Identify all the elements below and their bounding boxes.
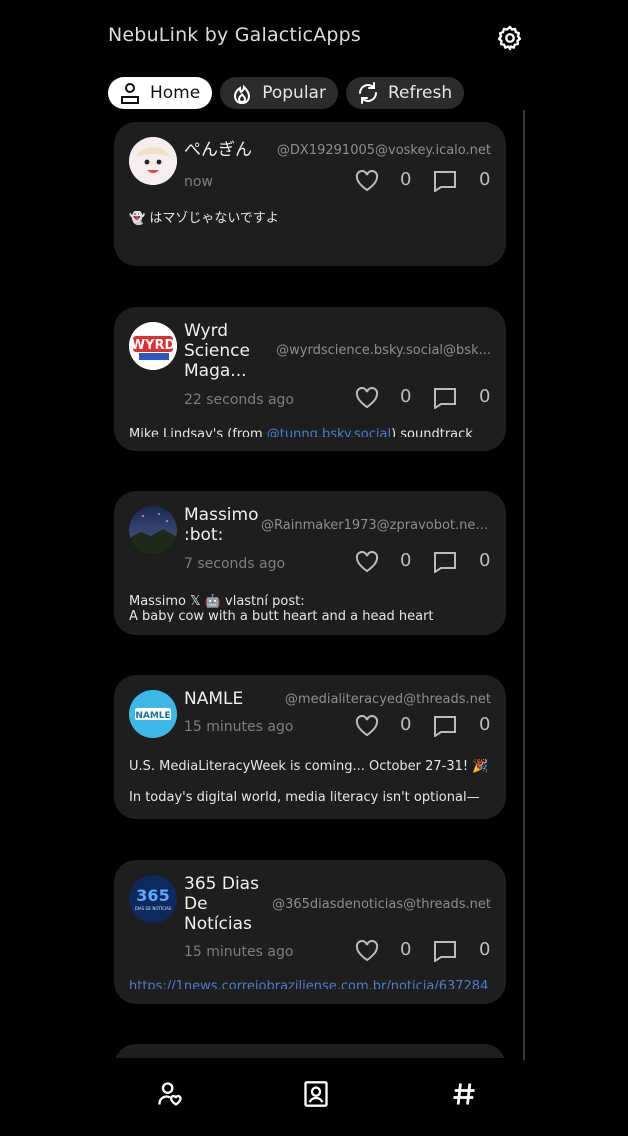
author-name[interactable]: 365 Dias De Notícias — [184, 874, 270, 934]
like-count: 0 — [400, 550, 412, 571]
heart-icon — [355, 551, 379, 573]
user-heart-icon — [158, 1082, 182, 1106]
feed-tabs: Home Popular Refresh — [108, 77, 465, 109]
author-name[interactable]: NAMLE — [184, 689, 270, 709]
post-body: https://1news.correiobraziliense.com.br/… — [129, 979, 491, 989]
tab-popular[interactable]: Popular — [220, 77, 338, 109]
refresh-icon — [356, 81, 380, 105]
like-button[interactable] — [354, 713, 380, 739]
post-card[interactable]: 365 DIAS DE NOTÍCIAS 365 Dias De Notícias… — [114, 860, 506, 1004]
settings-button[interactable] — [494, 22, 526, 54]
post-body: Mike Lindsay's (from @tunng.bsky.social)… — [129, 427, 491, 437]
heart-icon — [355, 387, 379, 409]
post-time: 7 seconds ago — [184, 556, 286, 572]
post-card[interactable]: NAMLE NAMLE @medialiteracyed@threads.net… — [114, 675, 506, 819]
reply-count: 0 — [479, 939, 491, 960]
like-button[interactable] — [354, 938, 380, 964]
like-button[interactable] — [354, 168, 380, 194]
fire-icon — [230, 81, 254, 105]
heart-icon — [355, 940, 379, 962]
like-count: 0 — [400, 386, 412, 407]
nav-tags-button[interactable] — [446, 1076, 482, 1112]
like-button[interactable] — [354, 549, 380, 575]
reply-count: 0 — [479, 714, 491, 735]
avatar[interactable]: 365 DIAS DE NOTÍCIAS — [129, 875, 177, 923]
reply-button[interactable] — [432, 938, 458, 964]
tab-popular-label: Popular — [262, 83, 326, 103]
post-text: Massimo 𝕏 🤖 vlastní post: — [129, 594, 305, 609]
avatar[interactable] — [129, 506, 177, 554]
post-card[interactable]: WYRD Wyrd Science Maga... @wyrdscience.b… — [114, 307, 506, 451]
reply-count: 0 — [479, 386, 491, 407]
tab-refresh-label: Refresh — [387, 83, 453, 103]
author-handle[interactable]: @Rainmaker1973@zpravobot.news — [261, 518, 491, 533]
person-icon — [118, 81, 142, 105]
author-handle[interactable]: @DX19291005@voskey.icalo.net — [271, 143, 491, 158]
author-handle[interactable]: @365diasdenoticias@threads.net — [271, 897, 491, 912]
reply-count: 0 — [479, 550, 491, 571]
post-card[interactable] — [114, 1044, 506, 1058]
comment-icon — [434, 941, 456, 962]
post-text: ) soundtrack — [391, 427, 473, 437]
reply-button[interactable] — [432, 168, 458, 194]
post-time: now — [184, 174, 213, 190]
post-card[interactable]: ぺんぎん @DX19291005@voskey.icalo.net now 0 … — [114, 122, 506, 266]
avatar-subtext: DIAS DE NOTÍCIAS — [135, 906, 172, 911]
mention-link[interactable]: @tunng.bsky.social — [267, 427, 391, 437]
heart-icon — [355, 715, 379, 737]
bottom-nav — [0, 1060, 628, 1136]
post-body: U.S. MediaLiteracyWeek is coming... Octo… — [129, 759, 491, 807]
gear-icon — [497, 25, 522, 51]
avatar[interactable]: WYRD — [129, 322, 177, 370]
post-time: 15 minutes ago — [184, 944, 294, 960]
post-time: 15 minutes ago — [184, 719, 294, 735]
heart-icon — [355, 170, 379, 192]
post-text: U.S. MediaLiteracyWeek is coming... Octo… — [129, 759, 489, 774]
tab-home-label: Home — [150, 83, 201, 103]
post-text: A baby cow with a butt heart and a head … — [129, 609, 434, 622]
post-text: 👻 はマゾじゃないですよ — [129, 211, 279, 226]
nav-profile-button[interactable] — [298, 1076, 334, 1112]
post-feed: ぺんぎん @DX19291005@voskey.icalo.net now 0 … — [114, 122, 506, 1058]
profile-card-icon — [304, 1081, 328, 1107]
avatar-text: WYRD — [131, 338, 176, 353]
post-time: 22 seconds ago — [184, 392, 294, 408]
post-text: In today's digital world, media literacy… — [129, 790, 480, 805]
like-count: 0 — [400, 169, 412, 190]
post-link[interactable]: https://1news.correiobraziliense.com.br/… — [129, 979, 491, 989]
post-body: Massimo 𝕏 🤖 vlastní post: A baby cow wit… — [129, 594, 491, 622]
reply-button[interactable] — [432, 385, 458, 411]
tab-refresh[interactable]: Refresh — [345, 77, 465, 109]
nav-follows-button[interactable] — [152, 1076, 188, 1112]
avatar[interactable]: NAMLE — [129, 690, 177, 738]
like-button[interactable] — [354, 385, 380, 411]
comment-icon — [434, 171, 456, 192]
reply-count: 0 — [479, 169, 491, 190]
post-text: Mike Lindsay's (from — [129, 427, 267, 437]
avatar-text: 365 — [136, 886, 169, 905]
avatar[interactable] — [129, 137, 177, 185]
scrollbar[interactable] — [523, 110, 525, 1060]
reply-button[interactable] — [432, 549, 458, 575]
post-card[interactable]: Massimo :bot: @Rainmaker1973@zpravobot.n… — [114, 491, 506, 635]
comment-icon — [434, 388, 456, 409]
comment-icon — [434, 716, 456, 737]
tab-home[interactable]: Home — [108, 77, 213, 109]
author-name[interactable]: Massimo :bot: — [184, 505, 270, 545]
author-name[interactable]: ぺんぎん — [184, 140, 270, 160]
like-count: 0 — [400, 939, 412, 960]
like-count: 0 — [400, 714, 412, 735]
post-body: 👻 はマゾじゃないですよ — [129, 211, 491, 226]
app-title: NebuLink by GalacticApps — [108, 24, 362, 46]
author-handle[interactable]: @medialiteracyed@threads.net — [271, 692, 491, 707]
avatar-text: NAMLE — [135, 711, 170, 721]
author-name[interactable]: Wyrd Science Maga... — [184, 321, 270, 381]
hashtag-icon — [453, 1083, 475, 1105]
reply-button[interactable] — [432, 713, 458, 739]
author-handle[interactable]: @wyrdscience.bsky.social@bsk... — [276, 343, 491, 358]
comment-icon — [434, 552, 456, 573]
